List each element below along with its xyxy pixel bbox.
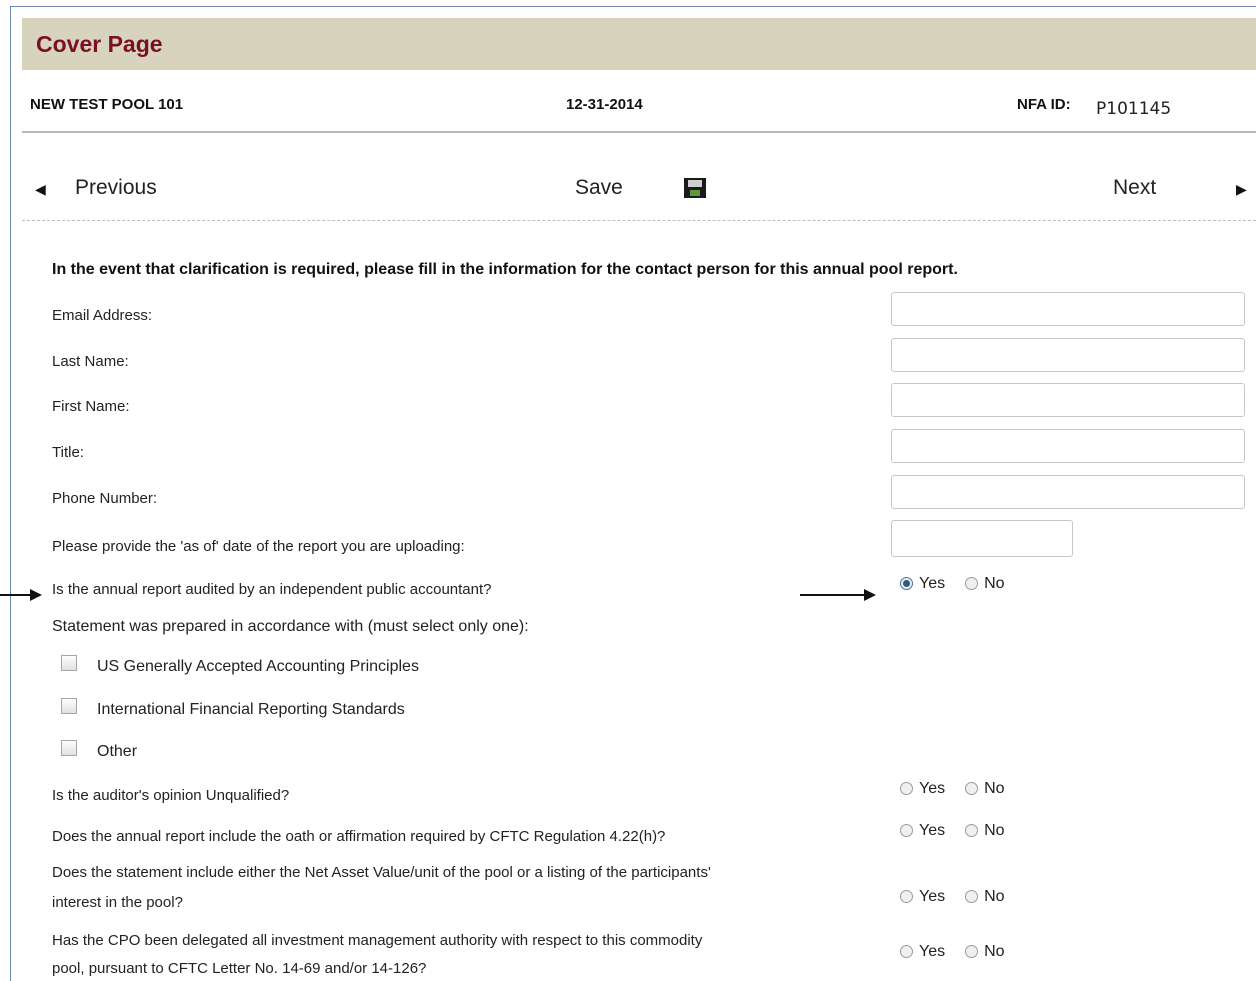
cpo-radio-group: Yes No (900, 943, 1005, 961)
previous-button[interactable]: Previous (75, 176, 157, 200)
annotation-arrowhead-left (30, 589, 42, 601)
as-of-date-label: Please provide the 'as of' date of the r… (52, 538, 465, 555)
email-field[interactable] (891, 292, 1245, 326)
phone-label: Phone Number: (52, 490, 158, 507)
header-divider (22, 131, 1256, 133)
audited-no-option[interactable]: No (965, 575, 1005, 593)
email-label: Email Address: (52, 307, 153, 324)
first-name-field[interactable] (891, 383, 1245, 417)
yes-label: Yes (919, 575, 946, 592)
title-bar: Cover Page (22, 18, 1256, 70)
floppy-disk-icon[interactable] (684, 178, 706, 198)
cpo-question-line1: Has the CPO been delegated all investmen… (52, 932, 703, 949)
as-of-date-field[interactable] (891, 520, 1073, 557)
last-name-label: Last Name: (52, 353, 129, 370)
radio-unselected-icon[interactable] (965, 890, 979, 903)
nfa-id-value: P101145 (1096, 99, 1172, 119)
annotation-arrow-right (800, 594, 866, 596)
audited-radio-group: Yes No (900, 575, 1005, 593)
radio-unselected-icon[interactable] (965, 577, 979, 590)
cpo-yes-option[interactable]: Yes (900, 943, 945, 961)
yes-label: Yes (919, 943, 946, 960)
oath-radio-group: Yes No (900, 822, 1005, 840)
statement-label: Statement was prepared in accordance wit… (52, 618, 529, 635)
opinion-radio-group: Yes No (900, 780, 1005, 798)
oath-yes-option[interactable]: Yes (900, 822, 945, 840)
phone-field[interactable] (891, 475, 1245, 509)
no-label: No (984, 780, 1005, 797)
radio-unselected-icon[interactable] (900, 782, 913, 795)
save-button[interactable]: Save (575, 176, 623, 200)
page-title: Cover Page (36, 31, 163, 57)
opinion-question: Is the auditor's opinion Unqualified? (52, 787, 290, 804)
radio-unselected-icon[interactable] (965, 782, 979, 795)
nav-question-line1: Does the statement include either the Ne… (52, 864, 711, 881)
chevron-left-icon[interactable]: ◀ (35, 181, 46, 198)
nav-no-option[interactable]: No (965, 888, 1005, 906)
radio-unselected-icon[interactable] (900, 824, 913, 837)
oath-question: Does the annual report include the oath … (52, 828, 666, 845)
cpo-question-line2: pool, pursuant to CFTC Letter No. 14-69 … (52, 960, 427, 977)
yes-label: Yes (919, 822, 946, 839)
audited-question: Is the annual report audited by an indep… (52, 581, 492, 598)
gaap-checkbox[interactable] (61, 655, 77, 671)
opinion-yes-option[interactable]: Yes (900, 780, 945, 798)
chevron-right-icon[interactable]: ▶ (1236, 181, 1247, 198)
audited-yes-option[interactable]: Yes (900, 575, 945, 593)
radio-unselected-icon[interactable] (965, 824, 979, 837)
report-date: 12-31-2014 (566, 96, 643, 113)
contact-intro-text: In the event that clarification is requi… (52, 261, 958, 278)
yes-label: Yes (919, 780, 946, 797)
title-label: Title: (52, 444, 84, 461)
last-name-field[interactable] (891, 338, 1245, 372)
nfa-id-label: NFA ID: (1017, 96, 1071, 113)
ifrs-checkbox[interactable] (61, 698, 77, 714)
opinion-no-option[interactable]: No (965, 780, 1005, 798)
radio-selected-icon[interactable] (900, 577, 913, 590)
nav-divider (22, 220, 1256, 221)
cpo-no-option[interactable]: No (965, 943, 1005, 961)
radio-unselected-icon[interactable] (900, 945, 913, 958)
oath-no-option[interactable]: No (965, 822, 1005, 840)
title-field[interactable] (891, 429, 1245, 463)
radio-unselected-icon[interactable] (900, 890, 913, 903)
nav-radio-group: Yes No (900, 888, 1005, 906)
pool-name: NEW TEST POOL 101 (30, 96, 184, 113)
annotation-arrow-left (0, 594, 32, 596)
gaap-label: US Generally Accepted Accounting Princip… (97, 658, 419, 675)
no-label: No (984, 888, 1005, 905)
ifrs-label: International Financial Reporting Standa… (97, 701, 405, 718)
no-label: No (984, 943, 1005, 960)
nav-question-line2: interest in the pool? (52, 894, 183, 911)
next-button[interactable]: Next (1113, 176, 1156, 200)
first-name-label: First Name: (52, 398, 130, 415)
no-label: No (984, 575, 1005, 592)
radio-unselected-icon[interactable] (965, 945, 979, 958)
other-checkbox[interactable] (61, 740, 77, 756)
nav-yes-option[interactable]: Yes (900, 888, 945, 906)
other-label: Other (97, 743, 138, 760)
annotation-arrowhead-right (864, 589, 876, 601)
no-label: No (984, 822, 1005, 839)
yes-label: Yes (919, 888, 946, 905)
